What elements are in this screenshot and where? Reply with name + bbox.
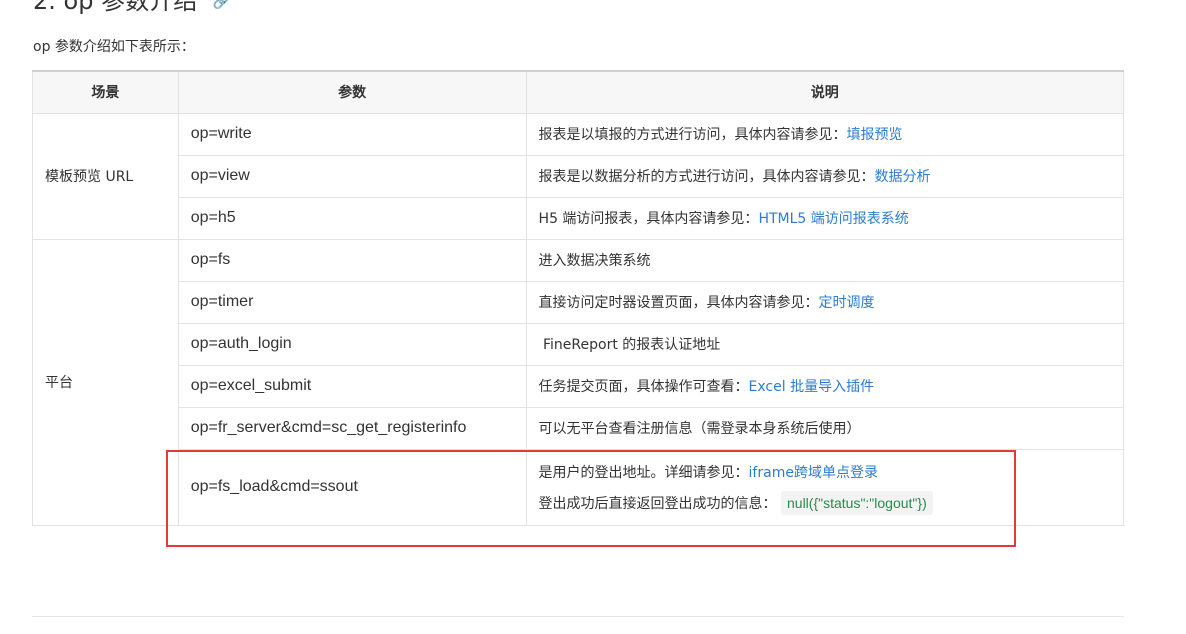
param-cell: op=auth_login bbox=[177, 322, 527, 366]
desc-cell: FineReport 的报表认证地址 bbox=[525, 322, 1125, 366]
desc-text: 直接访问定时器设置页面，具体内容请参见： bbox=[538, 295, 819, 311]
section-heading: 2. op 参数介绍 🔗 bbox=[33, 0, 230, 17]
desc-cell: 报表是以数据分析的方式进行访问，具体内容请参见：数据分析 bbox=[525, 154, 1125, 198]
desc-cell: 直接访问定时器设置页面，具体内容请参见：定时调度 bbox=[525, 280, 1125, 324]
doc-link[interactable]: 数据分析 bbox=[875, 169, 931, 185]
desc-text: 任务提交页面，具体操作可查看： bbox=[538, 379, 749, 395]
table-row: op=fr_server&cmd=sc_get_registerinfo 可以无… bbox=[33, 406, 1125, 450]
intro-text: op 参数介绍如下表所示： bbox=[33, 39, 195, 55]
table-header-row: 场景 参数 说明 bbox=[32, 70, 1125, 114]
table-row: op=auth_login FineReport 的报表认证地址 bbox=[33, 322, 1125, 366]
param-cell: op=fs_load&cmd=ssout bbox=[177, 448, 527, 526]
desc-text: 报表是以填报的方式进行访问，具体内容请参见： bbox=[538, 127, 847, 143]
doc-link[interactable]: 定时调度 bbox=[819, 295, 875, 311]
table-row: 模板预览 URL op=write 报表是以填报的方式进行访问，具体内容请参见：… bbox=[32, 112, 1125, 240]
desc-cell: 是用户的登出地址。详细请参见：iframe跨域单点登录 登出成功后直接返回登出成… bbox=[525, 448, 1125, 526]
param-cell: op=fs bbox=[177, 238, 527, 282]
desc-cell: 进入数据决策系统 bbox=[525, 238, 1125, 282]
section-heading-text: 2. op 参数介绍 bbox=[33, 0, 198, 15]
param-cell: op=write bbox=[177, 112, 527, 156]
page: 2. op 参数介绍 🔗 op 参数介绍如下表所示： 场景 参数 说明 模板预览… bbox=[0, 0, 1186, 634]
inline-code: null({"status":"logout"}) bbox=[781, 490, 933, 515]
desc-line: 登出成功后直接返回登出成功的信息： null({"status":"logout… bbox=[539, 488, 1111, 519]
op-params-table: 场景 参数 说明 模板预览 URL op=write 报表是以填报的方式进行访问… bbox=[32, 70, 1125, 526]
param-cell: op=excel_submit bbox=[177, 364, 527, 408]
table-row: op=view 报表是以数据分析的方式进行访问，具体内容请参见：数据分析 bbox=[33, 154, 1125, 198]
param-cell: op=fr_server&cmd=sc_get_registerinfo bbox=[177, 406, 527, 450]
desc-text: H5 端访问报表，具体内容请参见： bbox=[538, 211, 759, 227]
table-row: 平台 op=fs 进入数据决策系统 bbox=[32, 238, 1125, 526]
header-desc: 说明 bbox=[525, 70, 1125, 114]
doc-link[interactable]: 填报预览 bbox=[847, 127, 903, 143]
table-row: op=excel_submit 任务提交页面，具体操作可查看：Excel 批量导… bbox=[33, 364, 1125, 408]
desc-cell: H5 端访问报表，具体内容请参见：HTML5 端访问报表系统 bbox=[525, 196, 1125, 240]
desc-line: 是用户的登出地址。详细请参见：iframe跨域单点登录 bbox=[539, 458, 1111, 488]
desc-text: 登出成功后直接返回登出成功的信息： bbox=[538, 495, 777, 512]
doc-link[interactable]: HTML5 端访问报表系统 bbox=[758, 211, 908, 227]
desc-text: 是用户的登出地址。详细请参见： bbox=[538, 464, 749, 481]
link-icon[interactable]: 🔗 bbox=[213, 0, 230, 17]
param-cell: op=h5 bbox=[177, 196, 527, 240]
param-cell: op=view bbox=[177, 154, 527, 198]
desc-text: 报表是以数据分析的方式进行访问，具体内容请参见： bbox=[538, 169, 875, 185]
scene-cell: 模板预览 URL bbox=[32, 112, 179, 240]
table-row: op=timer 直接访问定时器设置页面，具体内容请参见：定时调度 bbox=[33, 280, 1125, 324]
table-row: op=h5 H5 端访问报表，具体内容请参见：HTML5 端访问报表系统 bbox=[33, 196, 1125, 240]
divider bbox=[32, 616, 1124, 617]
table-row: op=fs_load&cmd=ssout 是用户的登出地址。详细请参见：ifra… bbox=[33, 448, 1125, 526]
doc-link[interactable]: Excel 批量导入插件 bbox=[749, 379, 875, 395]
doc-link[interactable]: iframe跨域单点登录 bbox=[749, 465, 878, 481]
scene-cell: 平台 bbox=[32, 238, 179, 526]
header-param: 参数 bbox=[177, 70, 527, 114]
desc-cell: 可以无平台查看注册信息（需登录本身系统后使用） bbox=[525, 406, 1125, 450]
desc-cell: 报表是以填报的方式进行访问，具体内容请参见：填报预览 bbox=[525, 112, 1125, 156]
desc-cell: 任务提交页面，具体操作可查看：Excel 批量导入插件 bbox=[525, 364, 1125, 408]
header-scene: 场景 bbox=[32, 70, 179, 114]
param-cell: op=timer bbox=[177, 280, 527, 324]
